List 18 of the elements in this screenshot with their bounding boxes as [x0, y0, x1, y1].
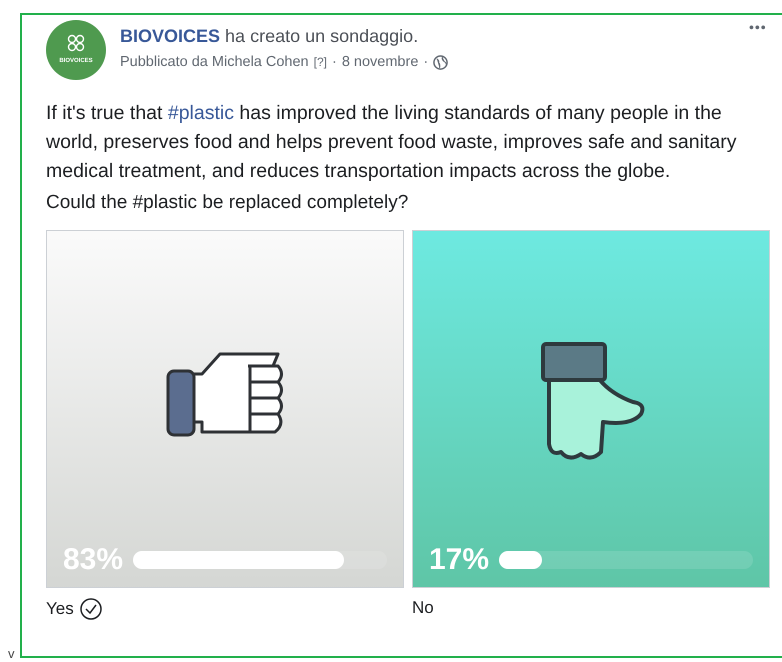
- avatar-background: [46, 20, 106, 80]
- publisher-text: Pubblicato da Michela Cohen: [120, 54, 309, 70]
- help-link[interactable]: [?]: [314, 55, 327, 69]
- separator-dot: ·: [332, 54, 337, 70]
- poll-percentage: 17%: [429, 543, 490, 577]
- author-link[interactable]: BIOVOICES: [120, 26, 220, 46]
- globe-icon: [433, 54, 448, 70]
- stray-text: v: [8, 646, 14, 661]
- hashtag-link[interactable]: #plastic: [168, 102, 234, 124]
- post-text: If it's true that #plastic has improved the living standards of many people in the world, preserves food and helps prevent food waste, improves safe and sanitary medical treatment, and reduces transportation impacts across the globe.: [46, 101, 738, 184]
- option-label: No: [412, 598, 434, 618]
- flower-logo-icon: [68, 34, 84, 52]
- more-options-button[interactable]: •••: [749, 19, 767, 35]
- post-date[interactable]: 8 novembre: [342, 54, 418, 70]
- post-action: ha creato un sondaggio.: [225, 26, 418, 46]
- poll-question: Could the #plastic be replaced completely?: [46, 192, 410, 214]
- option-label: Yes: [46, 599, 74, 619]
- separator-dot: ·: [423, 54, 428, 70]
